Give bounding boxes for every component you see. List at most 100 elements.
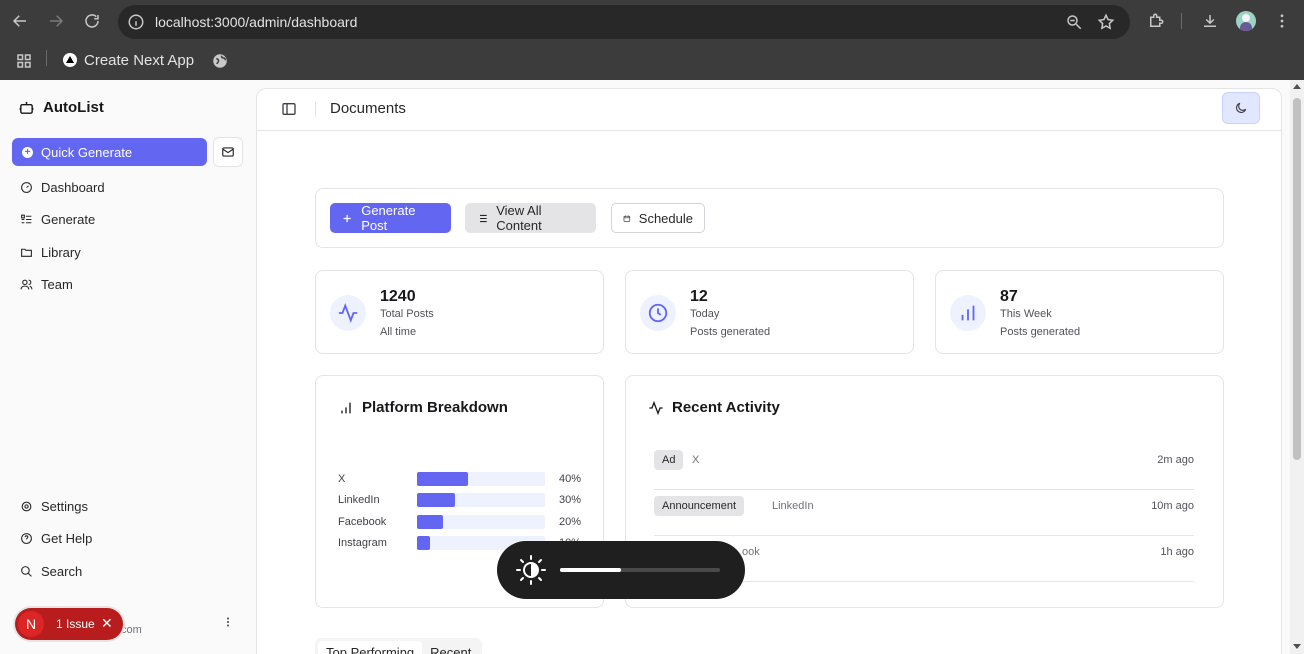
activity-time: 2m ago (1157, 454, 1194, 466)
stat-card-total-posts: 1240 Total Posts All time (315, 270, 604, 354)
reload-button[interactable] (80, 9, 104, 33)
search-icon (21, 565, 32, 577)
scroll-up-arrow-icon[interactable] (1293, 84, 1301, 89)
bookmark-create-next-app[interactable]: Create Next App (84, 52, 194, 69)
list-icon (21, 214, 32, 223)
site-info-icon[interactable] (127, 13, 145, 31)
sidebar-item-label: Get Help (41, 530, 93, 546)
stat-icon-badge (950, 295, 986, 331)
tab-recent[interactable]: Recent (422, 641, 479, 654)
stat-card-today: 12 Today Posts generated (625, 270, 914, 354)
help-icon (21, 532, 32, 544)
generate-post-button[interactable]: Generate Post (330, 203, 451, 233)
sidebar-item-get-help[interactable]: Get Help (20, 528, 92, 548)
zoom-button[interactable] (1062, 10, 1086, 34)
brand[interactable]: AutoList (18, 99, 104, 116)
platform-row: LinkedIn 30% (338, 493, 582, 507)
extensions-button[interactable] (1144, 9, 1168, 33)
sidebar: AutoList + Quick Generate Dashboard Gene… (0, 80, 256, 654)
nextjs-logo-icon: N (18, 611, 44, 637)
sidebar-item-settings[interactable]: Settings (20, 496, 88, 516)
inbox-button[interactable] (213, 137, 243, 167)
address-bar[interactable]: localhost:3000/admin/dashboard (118, 5, 1130, 39)
sidebar-item-dashboard[interactable]: Dashboard (20, 177, 105, 197)
sidebar-item-generate[interactable]: Generate (20, 209, 95, 229)
avatar-body (1240, 22, 1252, 31)
platform-bar-track (417, 493, 545, 507)
bookmark-star-button[interactable] (1094, 10, 1118, 34)
quick-generate-button[interactable]: + Quick Generate (12, 138, 207, 166)
download-icon (1204, 15, 1216, 27)
platform-bar-fill (417, 472, 469, 486)
platform-percent: 20% (559, 516, 582, 528)
nextjs-issue-badge[interactable]: N 1 Issue ✕ (15, 608, 123, 640)
issue-count[interactable]: 1 Issue (56, 617, 95, 631)
arrow-right-icon (50, 15, 64, 27)
sidebar-toggle-icon[interactable] (281, 101, 297, 117)
platform-bar-fill (417, 536, 430, 550)
list-icon (477, 214, 487, 222)
stat-subtext: Posts generated (690, 326, 771, 338)
stat-card-this-week: 87 This Week Posts generated (935, 270, 1224, 354)
activity-platform: ook (742, 546, 760, 558)
bookmark-separator (46, 50, 47, 66)
activity-icon (649, 400, 663, 415)
activity-row[interactable]: Announcement LinkedIn 10m ago (654, 490, 1194, 536)
activity-icon (338, 303, 358, 323)
theme-toggle-button[interactable] (1222, 92, 1260, 124)
bookmark-globe[interactable] (208, 49, 232, 73)
activity-row[interactable]: Ad X 2m ago (654, 444, 1194, 490)
platform-percent: 30% (559, 494, 582, 506)
stat-value: 1240 (380, 288, 416, 305)
reload-icon (85, 14, 99, 28)
sidebar-item-team[interactable]: Team (20, 274, 73, 294)
page-header: Documents (257, 89, 1281, 131)
sidebar-item-library[interactable]: Library (20, 242, 81, 262)
platform-name: Facebook (338, 516, 387, 528)
schedule-button[interactable]: Schedule (611, 203, 705, 233)
close-icon[interactable]: ✕ (101, 615, 113, 632)
platform-name: X (338, 473, 346, 485)
user-menu-button[interactable] (222, 614, 234, 630)
profile-avatar[interactable] (1236, 11, 1256, 31)
activity-type-tag: Ad (654, 450, 684, 470)
sidebar-item-label: Library (41, 244, 81, 260)
arrow-left-icon (12, 15, 26, 27)
gear-icon (21, 501, 32, 511)
activity-platform: X (692, 454, 700, 466)
brightness-osd (497, 541, 745, 599)
brightness-icon (516, 555, 546, 585)
page-scrollbar[interactable] (1290, 80, 1304, 654)
bar-chart-icon (961, 305, 975, 321)
plus-circle-icon: + (22, 146, 33, 158)
url-text[interactable]: localhost:3000/admin/dashboard (155, 14, 357, 30)
sidebar-item-search[interactable]: Search (20, 561, 82, 581)
platform-percent: 40% (559, 473, 582, 485)
platform-bar-track (417, 515, 545, 529)
forward-button[interactable] (44, 9, 68, 33)
tab-top-performing[interactable]: Top Performing (318, 641, 423, 654)
apps-button[interactable] (12, 49, 36, 73)
bar-chart-icon (341, 402, 351, 413)
platform-bar-fill (417, 493, 456, 507)
scroll-down-arrow-icon[interactable] (1293, 644, 1301, 649)
panel-title-text: Platform Breakdown (362, 399, 508, 416)
zoom-icon (1067, 15, 1082, 30)
sidebar-item-label: Search (41, 563, 83, 579)
stat-subtext: All time (380, 326, 417, 338)
stat-value: 87 (1000, 288, 1018, 305)
page: AutoList + Quick Generate Dashboard Gene… (0, 80, 1304, 654)
toolbar-divider (1181, 13, 1182, 29)
scroll-thumb[interactable] (1293, 98, 1301, 460)
activity-platform: LinkedIn (772, 500, 814, 512)
sidebar-item-label: Dashboard (41, 179, 105, 195)
browser-menu-button[interactable] (1270, 9, 1294, 33)
brightness-track (560, 568, 720, 572)
main-content: Documents Generate Post View All Content… (256, 88, 1282, 654)
star-icon (1097, 13, 1115, 30)
downloads-button[interactable] (1198, 9, 1222, 33)
back-button[interactable] (8, 9, 32, 33)
schedule-label: Schedule (638, 210, 693, 226)
view-all-content-button[interactable]: View All Content (465, 203, 596, 233)
view-all-content-label: View All Content (496, 203, 542, 233)
